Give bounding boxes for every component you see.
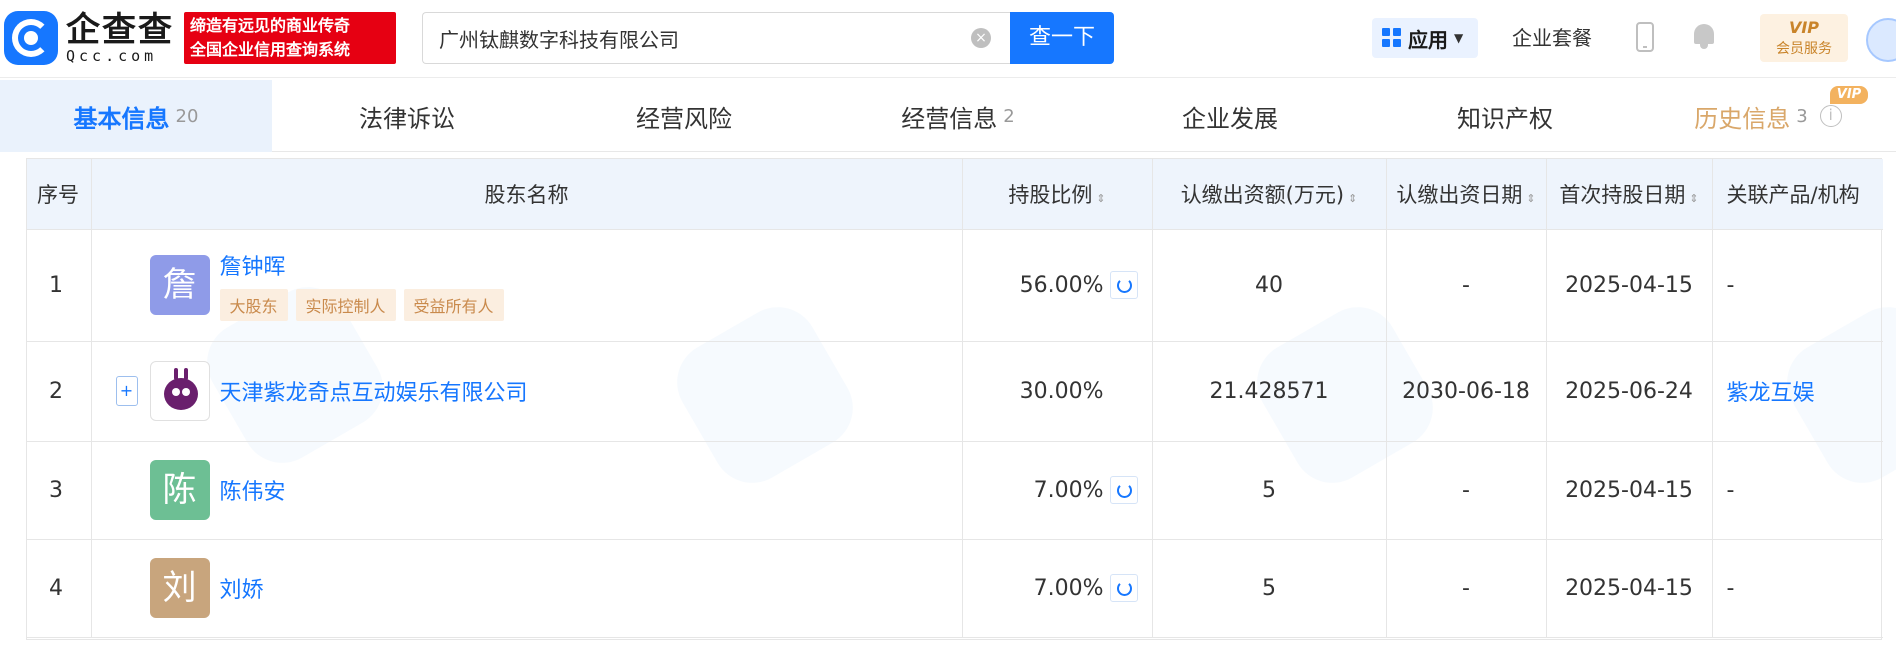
- table-row: 4 刘 刘娇 7.00% 5 - 2025-04-15 -: [27, 539, 1883, 638]
- info-icon[interactable]: i: [1819, 105, 1842, 127]
- user-avatar[interactable]: [1866, 18, 1896, 62]
- col-index: 序号: [27, 159, 92, 230]
- first-date-value: 2025-06-24: [1546, 341, 1713, 442]
- search-box: ×: [422, 12, 1010, 64]
- table-row: 2 + 天津紫龙奇点互动娱乐有限公司 30.00% 21.428571 2030…: [27, 341, 1883, 442]
- tab-business-info[interactable]: 经营信息 2: [826, 80, 1090, 152]
- slogan-line-2: 全国企业信用查询系统: [190, 40, 351, 59]
- shareholder-table: 序号 股东名称 持股比例 ⇕ 认缴出资额(万元) ⇕ 认缴出资日期 ⇕ 首次持股日期 ⇕…: [26, 158, 1883, 640]
- table-row: 3 陈 陈伟安 7.00% 5 - 2025-04-15 -: [27, 441, 1883, 540]
- phone-icon[interactable]: [1636, 22, 1654, 52]
- expand-plus-icon[interactable]: +: [115, 376, 138, 406]
- ratio-value: 30.00%: [1019, 378, 1104, 404]
- sort-icon: ⇕: [1689, 191, 1699, 205]
- holder-name-link[interactable]: 陈伟安: [220, 474, 286, 506]
- ratio-value: 56.00%: [1019, 272, 1104, 298]
- logo-name: 企查查: [66, 10, 174, 50]
- product-link[interactable]: 紫龙互娱: [1727, 381, 1815, 406]
- holder-avatar: 陈: [149, 460, 210, 520]
- pay-date-value: -: [1386, 539, 1547, 638]
- col-product: 关联产品/机构: [1712, 159, 1883, 230]
- logo-mark-icon: [4, 11, 58, 65]
- tab-operation-risk[interactable]: 经营风险: [542, 80, 826, 152]
- sort-icon: ⇕: [1526, 191, 1536, 205]
- slogan-line-1: 缔造有远见的商业传奇: [190, 16, 351, 35]
- vip-member-button[interactable]: VIP 会员服务: [1760, 14, 1848, 62]
- col-ratio[interactable]: 持股比例 ⇕: [962, 159, 1153, 230]
- search-input[interactable]: [439, 23, 939, 53]
- pay-date-value: 2030-06-18: [1386, 341, 1547, 442]
- amount-value: 21.428571: [1152, 341, 1387, 442]
- first-date-value: 2025-04-15: [1546, 229, 1713, 342]
- pie-chart-icon[interactable]: [1109, 574, 1138, 602]
- grid-icon: [1382, 28, 1402, 48]
- company-logo-avatar: [149, 361, 210, 421]
- holder-avatar: 刘: [149, 558, 210, 618]
- tab-legal[interactable]: 法律诉讼: [272, 80, 542, 152]
- product-value: -: [1712, 441, 1883, 540]
- tag-actual-controller: 实际控制人: [295, 289, 396, 321]
- table-row: 1 詹 詹钟晖 大股东 实际控制人 受益所有人 56.00% 40 - 2025…: [27, 229, 1883, 342]
- tag-major-shareholder: 大股东: [219, 289, 288, 321]
- first-date-value: 2025-04-15: [1546, 539, 1713, 638]
- holder-avatar: 詹: [149, 255, 210, 315]
- holder-name-link[interactable]: 詹钟晖: [220, 249, 512, 281]
- vip-title: VIP: [1788, 18, 1820, 37]
- amount-value: 40: [1152, 229, 1387, 342]
- vip-subtitle: 会员服务: [1776, 41, 1832, 57]
- vip-badge: VIP: [1830, 86, 1868, 104]
- section-tabs: 基本信息 20 法律诉讼 经营风险 经营信息 2 企业发展 知识产权 历史信息 …: [0, 80, 1896, 152]
- ratio-value: 7.00%: [1033, 477, 1104, 503]
- col-holder-name: 股东名称: [91, 159, 963, 230]
- apps-menu-button[interactable]: 应用 ▼: [1372, 18, 1478, 58]
- site-logo[interactable]: 企查查 Qcc.com: [4, 10, 174, 66]
- caret-down-icon: ▼: [1454, 31, 1464, 45]
- tab-ip[interactable]: 知识产权: [1370, 80, 1640, 152]
- tab-basic-info[interactable]: 基本信息 20: [0, 80, 272, 152]
- tab-development[interactable]: 企业发展: [1090, 80, 1370, 152]
- amount-value: 5: [1152, 441, 1387, 540]
- first-date-value: 2025-04-15: [1546, 441, 1713, 540]
- tag-beneficial-owner: 受益所有人: [403, 289, 504, 321]
- clear-icon[interactable]: ×: [971, 28, 991, 48]
- top-header: 企查查 Qcc.com 缔造有远见的商业传奇 全国企业信用查询系统 × 查一下 …: [0, 0, 1896, 78]
- sort-icon: ⇕: [1096, 191, 1106, 205]
- col-pay-date[interactable]: 认缴出资日期 ⇕: [1386, 159, 1547, 230]
- ratio-value: 7.00%: [1033, 575, 1104, 601]
- col-first-date[interactable]: 首次持股日期 ⇕: [1546, 159, 1713, 230]
- col-amount[interactable]: 认缴出资额(万元) ⇕: [1152, 159, 1387, 230]
- pay-date-value: -: [1386, 441, 1547, 540]
- pie-chart-icon[interactable]: [1109, 476, 1138, 504]
- search-button[interactable]: 查一下: [1010, 12, 1114, 64]
- holder-name-link[interactable]: 天津紫龙奇点互动娱乐有限公司: [220, 375, 528, 407]
- package-link[interactable]: 企业套餐: [1512, 22, 1592, 51]
- pay-date-value: -: [1386, 229, 1547, 342]
- apps-label: 应用: [1408, 27, 1448, 52]
- bell-icon[interactable]: [1692, 22, 1716, 50]
- sort-icon: ⇕: [1348, 191, 1358, 205]
- pie-chart-icon[interactable]: [1109, 271, 1138, 299]
- table-header-row: 序号 股东名称 持股比例 ⇕ 认缴出资额(万元) ⇕ 认缴出资日期 ⇕ 首次持股日期 ⇕…: [27, 159, 1883, 230]
- product-value: -: [1712, 229, 1883, 342]
- slogan-banner: 缔造有远见的商业传奇 全国企业信用查询系统: [184, 12, 396, 64]
- holder-name-link[interactable]: 刘娇: [220, 572, 264, 604]
- logo-domain: Qcc.com: [66, 47, 158, 65]
- amount-value: 5: [1152, 539, 1387, 638]
- product-value: -: [1712, 539, 1883, 638]
